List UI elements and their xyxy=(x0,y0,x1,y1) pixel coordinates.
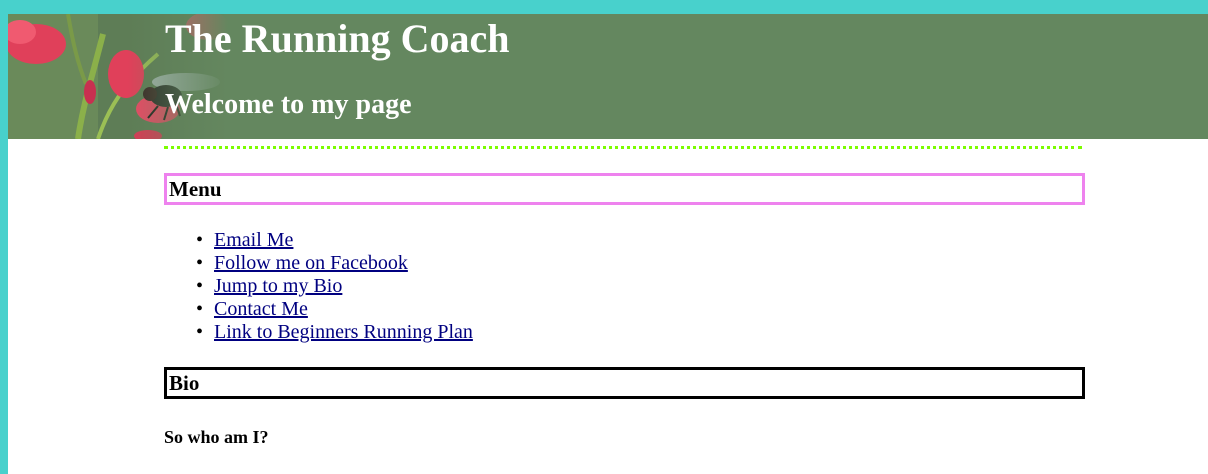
contact-me-link[interactable]: Contact Me xyxy=(214,298,308,320)
bio-heading: Bio xyxy=(164,367,1085,399)
header-banner: The Running Coach Welcome to my page xyxy=(8,14,1208,139)
facebook-link[interactable]: Follow me on Facebook xyxy=(214,252,408,274)
bullet-icon: • xyxy=(196,298,204,320)
menu-item-email: • Email Me xyxy=(196,229,473,252)
bullet-icon: • xyxy=(196,275,204,297)
top-frame-bar xyxy=(0,0,1208,14)
menu-item-running-plan: • Link to Beginners Running Plan xyxy=(196,321,473,344)
page-subtitle: Welcome to my page xyxy=(165,89,412,120)
menu-list: • Email Me • Follow me on Facebook • Jum… xyxy=(196,229,473,344)
running-plan-link[interactable]: Link to Beginners Running Plan xyxy=(214,321,473,343)
email-me-link[interactable]: Email Me xyxy=(214,229,293,251)
bio-question: So who am I? xyxy=(164,427,269,447)
page: The Running Coach Welcome to my page Men… xyxy=(0,0,1208,474)
left-frame-bar xyxy=(0,0,8,474)
bullet-icon: • xyxy=(196,229,204,251)
page-title: The Running Coach xyxy=(165,16,510,61)
menu-heading: Menu xyxy=(164,173,1085,205)
menu-item-bio: • Jump to my Bio xyxy=(196,275,473,298)
bullet-icon: • xyxy=(196,321,204,343)
menu-item-facebook: • Follow me on Facebook xyxy=(196,252,473,275)
jump-to-bio-link[interactable]: Jump to my Bio xyxy=(214,275,342,297)
bullet-icon: • xyxy=(196,252,204,274)
menu-item-contact: • Contact Me xyxy=(196,298,473,321)
dotted-divider xyxy=(164,146,1082,149)
